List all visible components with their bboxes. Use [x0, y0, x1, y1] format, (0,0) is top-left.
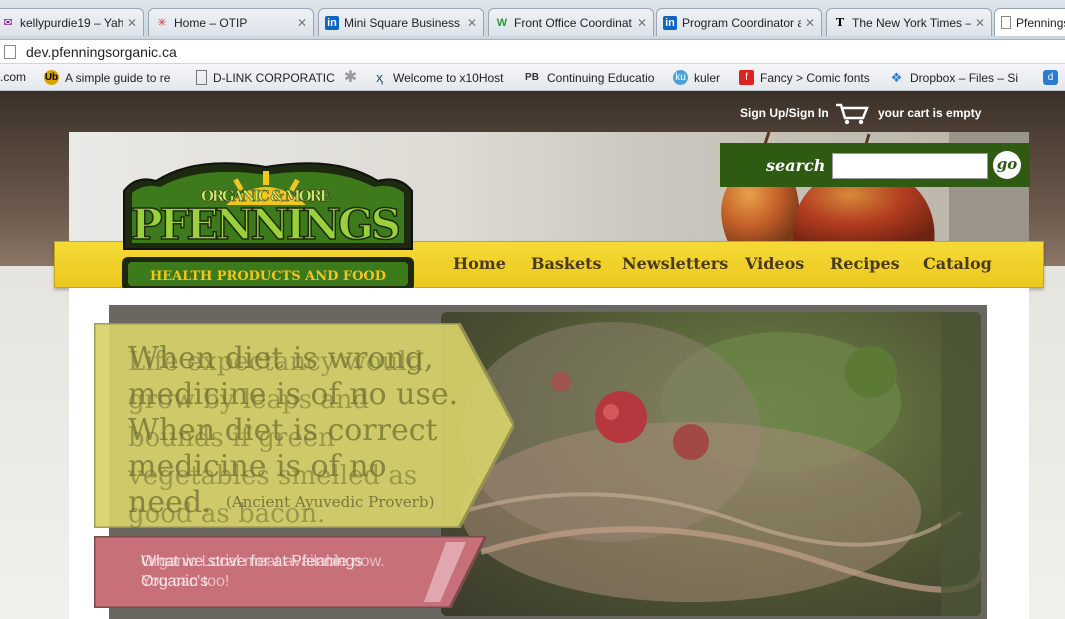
tab-mini-square[interactable]: in Mini Square Business C ✕ — [318, 8, 484, 36]
tab-otip[interactable]: ✳ Home – OTIP ✕ — [148, 8, 314, 36]
pfennings-logo[interactable]: ORGANIC & MORE PFENNINGS HEALTH PRODUCTS… — [116, 161, 426, 306]
page-icon — [196, 70, 207, 85]
sign-in-link[interactable]: Sign Up/Sign In — [740, 106, 829, 120]
bookmark-item[interactable]: ku kuler — [673, 70, 720, 85]
nav-videos[interactable]: Videos — [745, 254, 804, 273]
close-icon[interactable]: ✕ — [805, 16, 815, 30]
address-bar[interactable]: dev.pfenningsorganic.ca — [0, 40, 1065, 64]
page-icon — [1001, 16, 1011, 29]
yahoo-icon: ✉ — [3, 16, 13, 29]
bookmark-item[interactable]: D-LINK CORPORATIC — [196, 70, 335, 85]
bookmark-item[interactable]: f Fancy > Comic fonts — [739, 70, 870, 85]
nav-baskets[interactable]: Baskets — [531, 254, 602, 273]
tab-title: The New York Times – — [852, 15, 971, 30]
tab-front-office[interactable]: W Front Office Coordinat ✕ — [488, 8, 654, 36]
bookmark-icon: d — [1043, 70, 1058, 85]
linkedin-icon: in — [663, 15, 677, 30]
search-label: search — [766, 156, 826, 175]
bookmark-label: Continuing Educatio — [547, 70, 655, 85]
bookmark-item[interactable]: d — [1043, 70, 1064, 85]
quote-source: (Ancient Ayuvedic Proverb) — [226, 493, 435, 511]
nyt-icon: T — [835, 15, 845, 29]
bookmark-label: .com — [0, 70, 27, 84]
tab-program-coordinator[interactable]: in Program Coordinator a ✕ — [656, 8, 822, 36]
close-icon[interactable]: ✕ — [467, 16, 477, 30]
dropbox-icon: ❖ — [890, 70, 903, 85]
close-icon[interactable]: ✕ — [975, 16, 985, 30]
search-input[interactable] — [832, 153, 988, 179]
close-icon[interactable]: ✕ — [297, 16, 307, 30]
nav-recipes[interactable]: Recipes — [830, 254, 900, 273]
close-icon[interactable]: ✕ — [637, 16, 647, 30]
url-text[interactable]: dev.pfenningsorganic.ca — [26, 44, 177, 60]
browser-tab-bar: ✉ kellypurdie19 – Yahoo ✕ ✳ Home – OTIP … — [0, 0, 1065, 40]
logo-main: PFENNINGS — [131, 200, 401, 249]
go-button[interactable]: go — [993, 151, 1021, 179]
bookmark-label: Dropbox – Files – Si — [910, 70, 1019, 85]
tab-title: Mini Square Business C — [344, 15, 463, 30]
tab-title: Program Coordinator a — [682, 15, 801, 30]
pb-icon: PB — [525, 72, 539, 83]
tab-pfennings[interactable]: Pfennings — [994, 8, 1065, 36]
bookmark-label: D-LINK CORPORATIC — [213, 70, 335, 85]
otip-icon: ✳ — [157, 16, 167, 29]
nav-home[interactable]: Home — [453, 254, 506, 273]
nav-newsletters[interactable]: Newsletters — [622, 254, 728, 273]
tab-title: Pfennings — [1016, 15, 1065, 30]
tab-title: Front Office Coordinat — [514, 15, 632, 30]
bookmark-label: kuler — [694, 70, 721, 85]
tab-yahoo[interactable]: ✉ kellypurdie19 – Yahoo ✕ — [0, 8, 144, 36]
workopolis-icon: W — [496, 16, 508, 29]
bookmark-item[interactable]: ҳ Welcome to x10Host — [372, 70, 504, 85]
bookmark-item[interactable]: .com — [0, 70, 26, 84]
tab-title: Home – OTIP — [174, 15, 248, 30]
fancy-icon: f — [739, 70, 754, 85]
nav-catalog[interactable]: Catalog — [923, 254, 992, 273]
bookmark-item[interactable]: ✱ — [343, 69, 364, 86]
page-icon — [4, 44, 16, 59]
cart-icon[interactable] — [835, 103, 869, 125]
tab-nytimes[interactable]: T The New York Times – ✕ — [826, 8, 992, 36]
linkedin-icon: in — [325, 15, 339, 30]
tab-title: kellypurdie19 – Yahoo — [20, 15, 123, 30]
bookmark-label: A simple guide to re — [65, 70, 171, 85]
bookmark-item[interactable]: Ub A simple guide to re — [44, 70, 170, 85]
close-icon[interactable]: ✕ — [127, 16, 137, 30]
raspberry-salad-image — [441, 312, 981, 616]
kuler-icon: ku — [673, 70, 688, 85]
bookmarks-bar: .com Ub A simple guide to re D-LINK CORP… — [0, 64, 1065, 91]
x10-icon: ҳ — [376, 70, 383, 85]
bookmark-label: Welcome to x10Host — [393, 70, 504, 85]
cart-status[interactable]: your cart is empty — [878, 106, 981, 120]
bookmark-label: Fancy > Comic fonts — [760, 70, 870, 85]
bookmark-item[interactable]: PB Continuing Educatio — [523, 70, 654, 85]
logo-sub: HEALTH PRODUCTS AND FOOD — [150, 269, 386, 284]
asterisk-icon: ✱ — [343, 69, 358, 86]
website: Sign Up/Sign In your cart is empty searc… — [0, 91, 1065, 619]
banner-text: What we strive for at Pfennings Organic'… — [141, 553, 363, 590]
bookmark-item[interactable]: ❖ Dropbox – Files – Si — [889, 70, 1018, 85]
bookmark-icon: Ub — [44, 70, 59, 85]
